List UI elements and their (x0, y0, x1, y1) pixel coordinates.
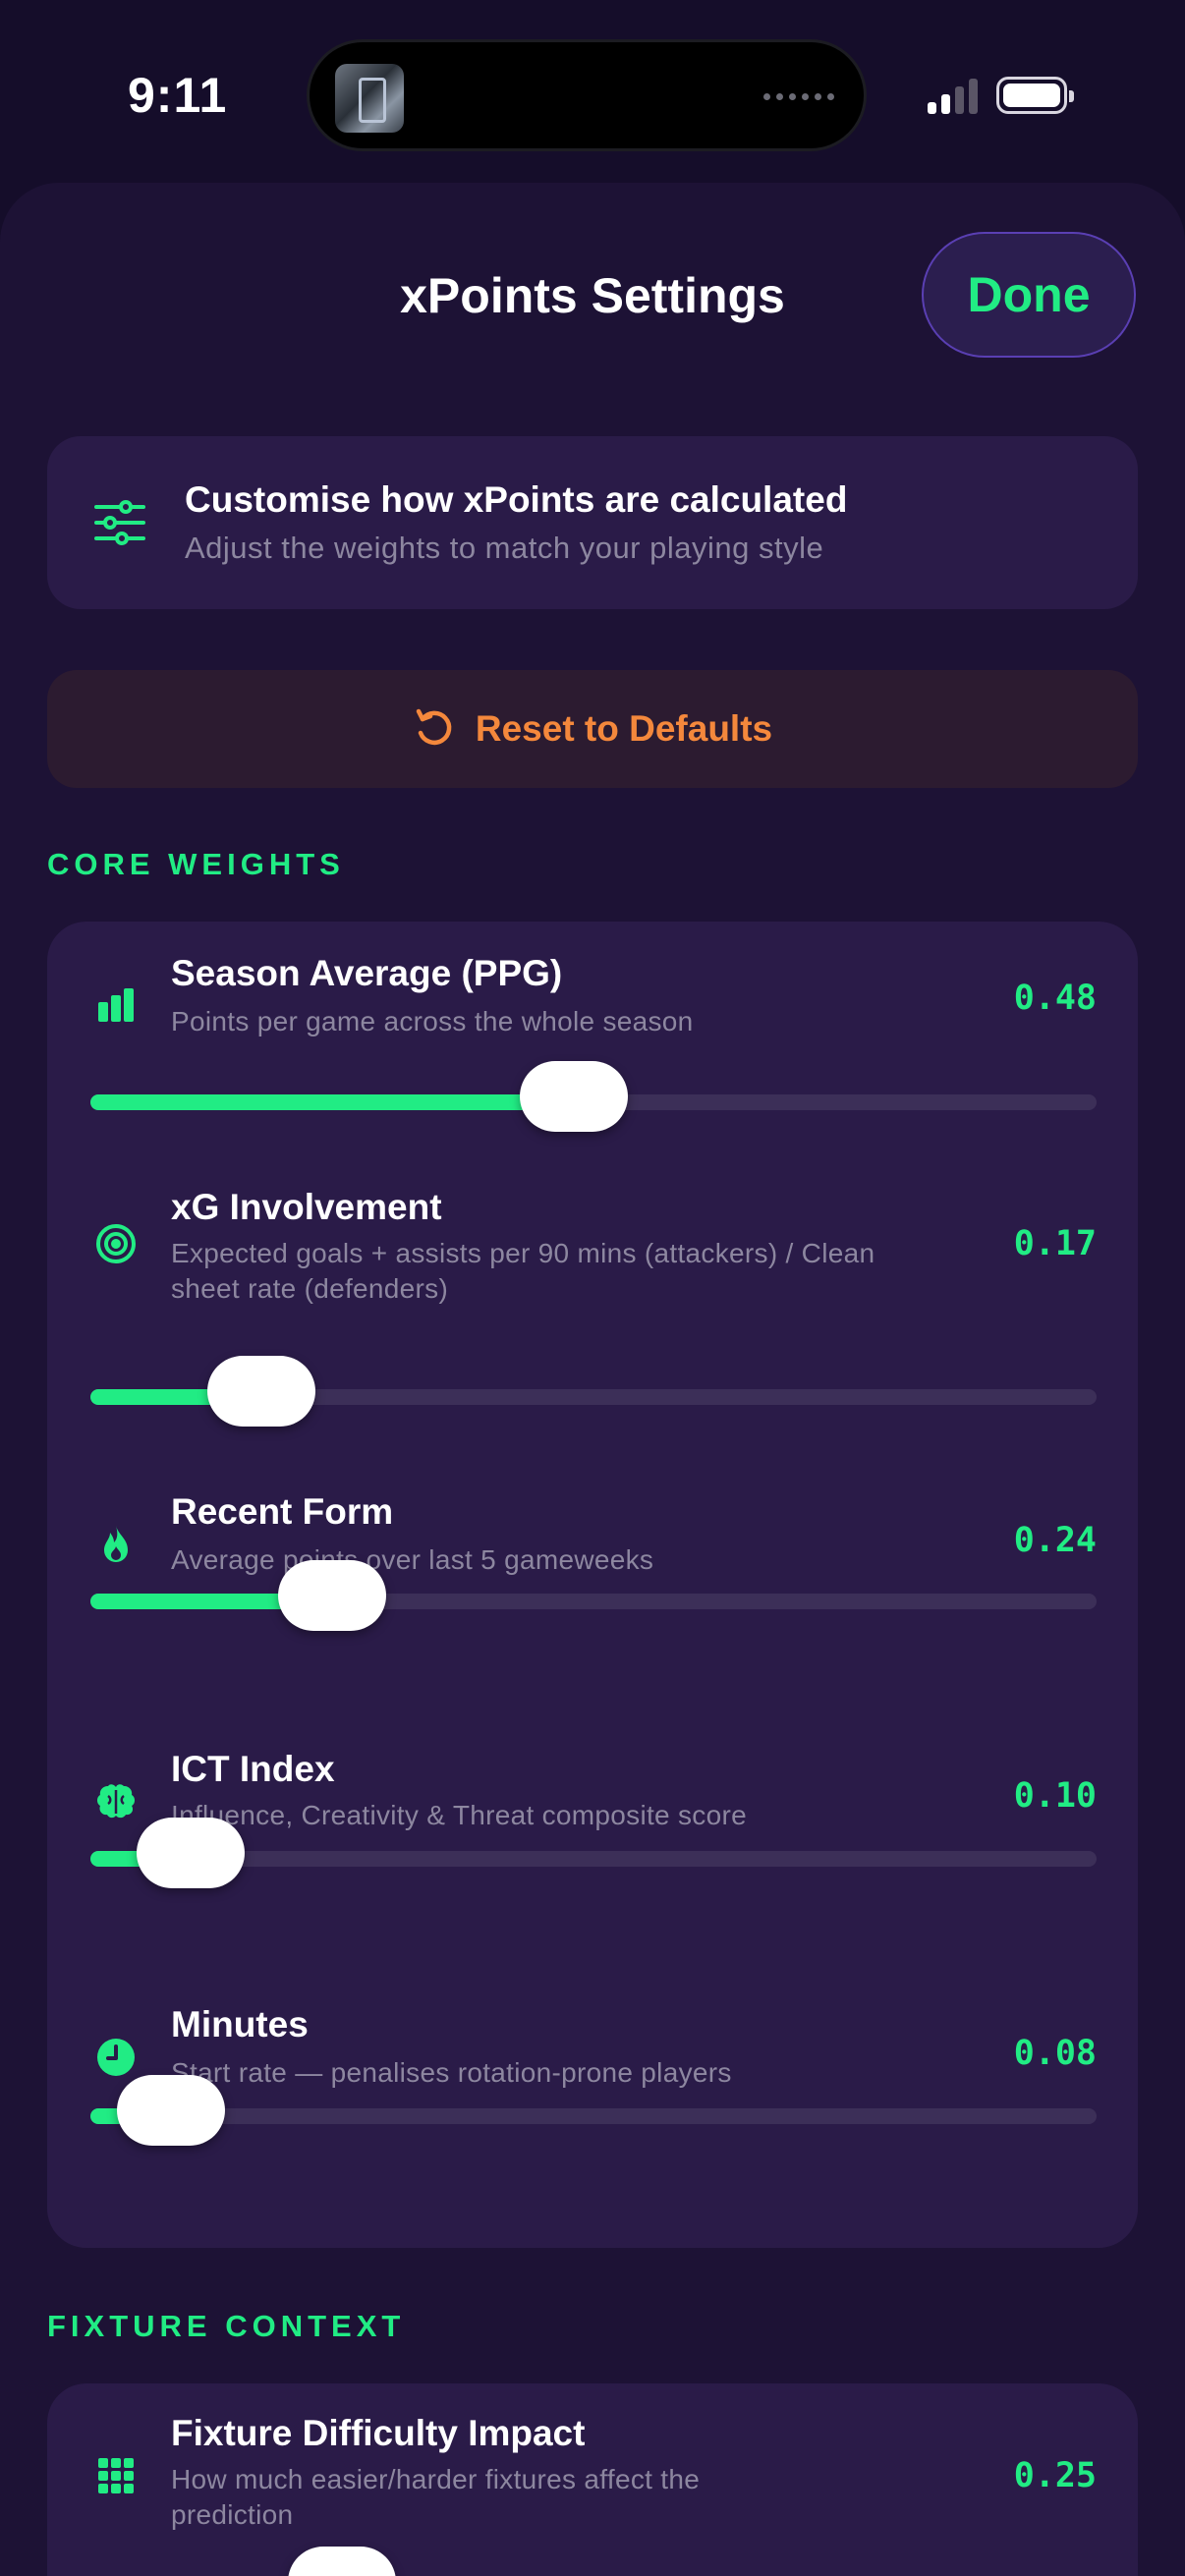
now-playing-artwork (335, 64, 404, 133)
weight-description: How much easier/harder fixtures affect t… (171, 2464, 701, 2530)
weight-description: Start rate — penalises rotation-prone pl… (171, 2057, 732, 2088)
status-bar: 9:11 (0, 0, 1185, 177)
bar-chart-icon (98, 988, 134, 1022)
core-weights-card: Season Average (PPG) Points per game acr… (47, 922, 1138, 2248)
weight-value: 0.17 (1013, 1224, 1097, 1263)
weight-slider[interactable] (90, 1061, 1097, 1132)
weight-description: Average points over last 5 gameweeks (171, 1544, 654, 1575)
dynamic-island[interactable] (307, 39, 867, 151)
slider-thumb[interactable] (207, 1356, 316, 1427)
weight-title: Minutes (171, 2004, 309, 2044)
audio-waveform-icon (763, 93, 834, 100)
section-fixture-context: FIXTURE CONTEXT (47, 2309, 406, 2343)
weight-slider[interactable] (90, 1560, 1097, 1631)
fixture-context-card: Fixture Difficulty Impact How much easie… (47, 2383, 1138, 2576)
weight-description: Expected goals + assists per 90 mins (at… (171, 1238, 875, 1304)
info-card: Customise how xPoints are calculated Adj… (47, 436, 1138, 609)
weight-value: 0.24 (1013, 1521, 1097, 1560)
slider-thumb[interactable] (116, 2075, 225, 2146)
section-core-weights: CORE WEIGHTS (47, 847, 345, 881)
weight-value: 0.48 (1013, 979, 1097, 1018)
clock-icon (97, 2039, 135, 2076)
weight-value: 0.25 (1013, 2456, 1097, 2495)
weight-title: Recent Form (171, 1491, 394, 1532)
info-subtitle: Adjust the weights to match your playing… (185, 531, 824, 565)
reset-label: Reset to Defaults (475, 708, 773, 749)
slider-thumb[interactable] (277, 1560, 386, 1631)
weight-description: Influence, Creativity & Threat composite… (171, 1800, 747, 1830)
rotate-ccw-icon (416, 708, 452, 746)
target-icon (96, 1224, 136, 1263)
weight-title: xG Involvement (171, 1187, 442, 1227)
slider-thumb[interactable] (288, 2547, 396, 2576)
weight-value: 0.10 (1013, 1776, 1097, 1816)
weight-title: Season Average (PPG) (171, 953, 563, 993)
weight-title: ICT Index (171, 1749, 335, 1789)
weight-slider[interactable] (90, 2075, 1097, 2146)
grid-icon (98, 2458, 134, 2493)
weight-slider[interactable] (90, 1356, 1097, 1427)
weight-row-minutes: Minutes Start rate — penalises rotation-… (47, 1985, 1138, 2248)
brain-icon (97, 1784, 135, 1819)
weight-slider[interactable] (90, 1818, 1097, 1888)
status-time: 9:11 (128, 68, 228, 123)
weight-value: 0.08 (1013, 2034, 1097, 2073)
sliders-icon (94, 500, 145, 545)
weight-row-season-average: Season Average (PPG) Points per game acr… (47, 922, 1138, 1187)
weight-row-ict-index: ICT Index Influence, Creativity & Threat… (47, 1727, 1138, 1985)
weight-title: Fixture Difficulty Impact (171, 2413, 586, 2453)
slider-thumb[interactable] (137, 1818, 246, 1888)
done-button[interactable]: Done (922, 232, 1136, 358)
reset-defaults-button[interactable]: Reset to Defaults (47, 670, 1138, 788)
info-title: Customise how xPoints are calculated (185, 479, 848, 520)
settings-sheet: xPoints Settings Done Customise how xPoi… (0, 183, 1185, 2576)
weight-row-xg-involvement: xG Involvement Expected goals + assists … (47, 1187, 1138, 1472)
weight-description: Points per game across the whole season (171, 1006, 694, 1036)
weight-row-recent-form: Recent Form Average points over last 5 g… (47, 1472, 1138, 1727)
slider-fill (90, 1094, 574, 1110)
slider-thumb[interactable] (519, 1061, 628, 1132)
flame-icon (104, 1526, 128, 1562)
weight-row-fixture-difficulty: Fixture Difficulty Impact How much easie… (47, 2383, 1138, 2576)
cellular-signal-icon (928, 77, 978, 114)
battery-icon (996, 77, 1074, 114)
